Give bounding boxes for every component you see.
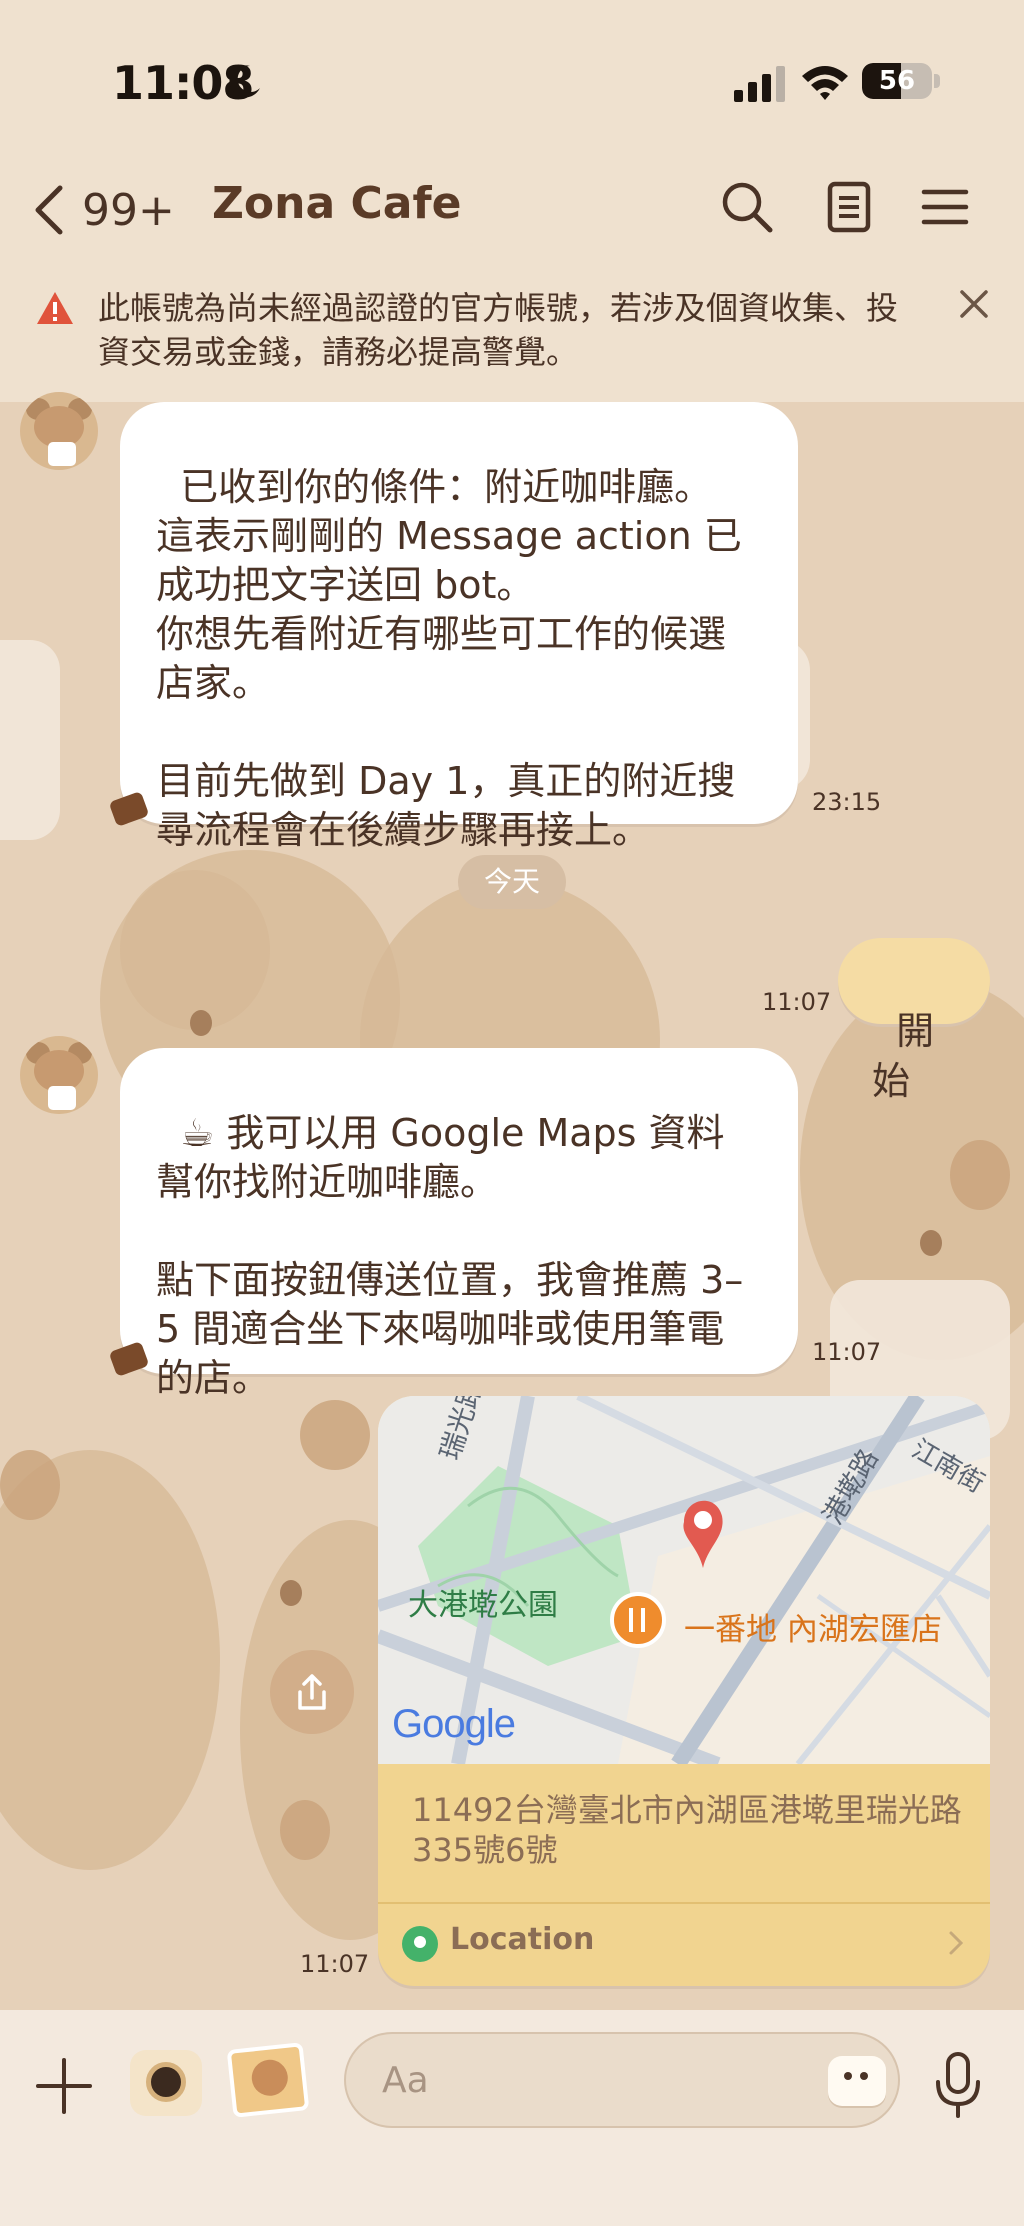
bot-avatar[interactable] [20, 1036, 98, 1114]
location-pin-icon [402, 1926, 438, 1962]
location-footer[interactable]: Location [378, 1904, 990, 1986]
chevron-right-icon [949, 1931, 964, 1955]
close-icon[interactable] [956, 286, 992, 322]
notes-button[interactable] [814, 172, 884, 242]
search-button[interactable] [712, 172, 782, 242]
map-park-label: 大港墘公園 [408, 1588, 558, 1623]
photo-button[interactable] [226, 2042, 310, 2118]
message-timestamp: 11:07 [812, 1338, 882, 1366]
location-label: Location [450, 1922, 595, 1957]
user-message-bubble[interactable]: 開始 [838, 938, 990, 1103]
share-icon [298, 1674, 326, 1710]
cellular-signal-icon [734, 66, 785, 102]
unread-count: 99+ [82, 184, 175, 236]
message-timestamp: 11:07 [762, 988, 832, 1016]
message-input[interactable] [382, 2052, 822, 2108]
photo-icon [249, 2058, 290, 2098]
map-place-label: 一番地 內湖宏匯店 [684, 1612, 942, 1648]
battery-level: 56 [878, 66, 916, 96]
battery-icon: 56 [862, 63, 932, 99]
chat-title[interactable]: Zona Cafe [212, 178, 461, 229]
unverified-account-warning: 此帳號為尚未經過認證的官方帳號，若涉及個資收集、投資交易或金錢，請務必提高警覺。 [0, 280, 1024, 402]
hamburger-menu-icon [921, 189, 969, 225]
google-logo: Google [392, 1702, 516, 1746]
message-input-bar [0, 2010, 1024, 2226]
message-text: ☕ 我可以用 Google Maps 資料幫你找附近咖啡廳。 點下面按鈕傳送位置… [156, 1111, 744, 1400]
menu-button[interactable] [910, 172, 980, 242]
chat-header: 99+ Zona Cafe [0, 160, 1024, 280]
message-input-container [344, 2032, 900, 2128]
bot-avatar[interactable] [20, 392, 98, 470]
date-separator: 今天 [458, 855, 566, 909]
microphone-icon[interactable] [928, 2050, 988, 2120]
message-timestamp: 11:07 [300, 1950, 370, 1978]
plus-icon[interactable] [34, 2056, 94, 2116]
warning-icon [37, 292, 73, 324]
search-icon [722, 182, 773, 233]
bot-message-bubble[interactable]: 已收到你的條件：附近咖啡廳。 這表示剛剛的 Message action 已成功… [120, 402, 798, 852]
back-button[interactable]: 99+ [30, 170, 175, 250]
camera-button[interactable] [130, 2050, 202, 2116]
camera-icon [146, 2062, 186, 2102]
chevron-left-icon [35, 185, 63, 235]
bot-message-bubble[interactable]: ☕ 我可以用 Google Maps 資料幫你找附近咖啡廳。 點下面按鈕傳送位置… [120, 1048, 798, 1400]
sticker-icon[interactable] [828, 2056, 886, 2106]
moon-icon [229, 65, 260, 98]
notes-icon [827, 181, 871, 233]
message-text: 已收到你的條件：附近咖啡廳。 這表示剛剛的 Message action 已成功… [156, 465, 742, 852]
map-preview[interactable]: 瑞光路393巷 港墘路 江南街 大港墘公園 一番地 內湖宏匯店 Google [378, 1396, 990, 1764]
wifi-icon [802, 66, 848, 100]
battery-tip [934, 74, 940, 88]
message-timestamp: 23:15 [812, 788, 882, 816]
location-address: 11492台灣臺北市內湖區港墘里瑞光路335號6號 [412, 1791, 962, 1869]
share-button[interactable] [270, 1650, 354, 1734]
warning-text: 此帳號為尚未經過認證的官方帳號，若涉及個資收集、投資交易或金錢，請務必提高警覺。 [98, 289, 899, 371]
location-message-card[interactable]: 瑞光路393巷 港墘路 江南街 大港墘公園 一番地 內湖宏匯店 Google 1… [378, 1396, 990, 1986]
status-bar: 11:08 56 [0, 0, 1024, 160]
